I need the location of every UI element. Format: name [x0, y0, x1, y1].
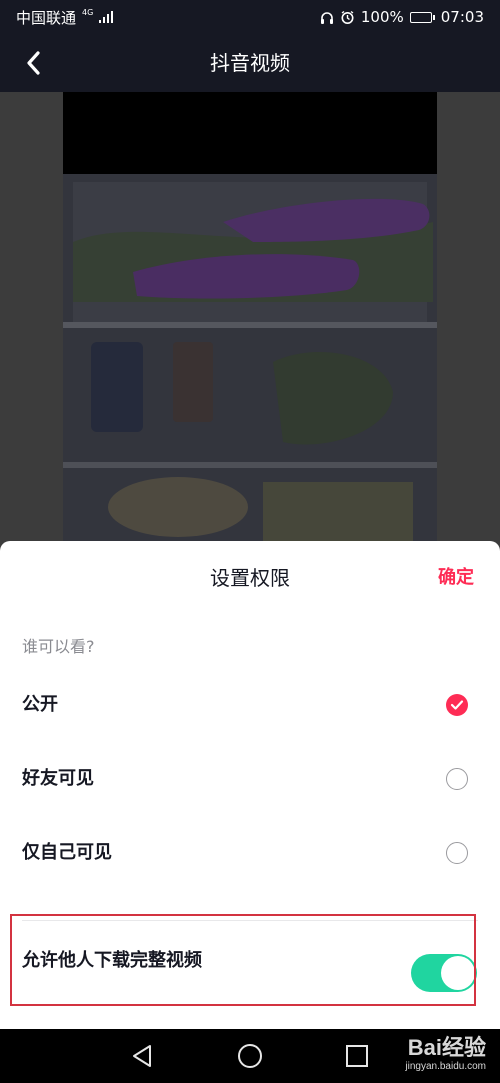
- visibility-section-label: 谁可以看?: [22, 637, 95, 656]
- carrier-name: 中国联通: [16, 8, 77, 27]
- video-backdrop: [0, 92, 500, 552]
- option-label: 仅自己可见: [22, 842, 112, 863]
- radio-checked-icon[interactable]: [446, 694, 468, 716]
- title-bar: 抖音视频: [0, 34, 500, 92]
- headphone-icon: [320, 8, 334, 26]
- option-friends[interactable]: 好友可见: [0, 749, 500, 809]
- status-right: 100% 07:03: [320, 8, 484, 26]
- option-public[interactable]: 公开: [0, 675, 500, 735]
- option-label: 公开: [22, 694, 58, 715]
- sheet-title: 设置权限: [210, 566, 290, 590]
- status-bar: 中国联通 4G 100% 07:03: [0, 0, 500, 34]
- alarm-icon: [340, 8, 355, 26]
- radio-unchecked-icon[interactable]: [446, 768, 468, 790]
- page-title: 抖音视频: [210, 51, 290, 75]
- watermark-url: jingyan.baidu.com: [405, 1061, 486, 1072]
- video-preview[interactable]: [63, 92, 437, 552]
- battery-icon: [409, 11, 435, 23]
- watermark: Bai经验 jingyan.baidu.com: [405, 1035, 486, 1073]
- battery-percent: 100%: [360, 8, 404, 26]
- recents-square-icon[interactable]: [342, 1041, 372, 1071]
- highlight-annotation-box: [10, 914, 476, 1006]
- option-private[interactable]: 仅自己可见: [0, 823, 500, 883]
- home-circle-icon[interactable]: [235, 1041, 265, 1071]
- video-frame-image: [63, 92, 437, 552]
- signal-icon: [99, 11, 114, 23]
- confirm-button[interactable]: 确定: [438, 563, 474, 593]
- back-triangle-icon[interactable]: [128, 1041, 158, 1071]
- permission-sheet: 设置权限 确定 谁可以看? 公开 好友可见 仅自己可见 允许他人下载完整视频: [0, 541, 500, 1029]
- option-label: 好友可见: [22, 768, 94, 789]
- clock-time: 07:03: [440, 8, 484, 26]
- system-nav-bar: Bai经验 jingyan.baidu.com: [0, 1029, 500, 1083]
- radio-unchecked-icon[interactable]: [446, 842, 468, 864]
- network-type: 4G: [82, 8, 94, 17]
- watermark-logo: Bai经验: [407, 1035, 486, 1060]
- status-left: 中国联通 4G: [16, 7, 114, 28]
